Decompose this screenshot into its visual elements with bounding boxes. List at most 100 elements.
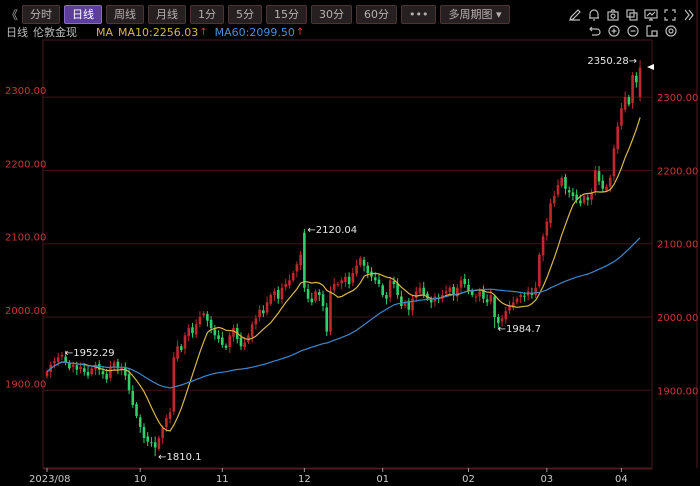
candle-body xyxy=(325,307,329,332)
current-price-marker-icon xyxy=(647,64,654,70)
candle-body xyxy=(418,287,422,293)
candle xyxy=(206,311,209,327)
candle-body xyxy=(157,437,161,449)
candle xyxy=(288,274,291,289)
candle-body xyxy=(321,294,325,307)
x-tick-label: 03 xyxy=(540,474,553,485)
x-tick-label: 2023/08 xyxy=(29,474,71,485)
candle-body xyxy=(392,281,396,285)
candle-body xyxy=(340,280,343,284)
candle-body xyxy=(90,368,94,375)
candle-body xyxy=(463,278,467,285)
candle xyxy=(407,297,411,316)
candle-body xyxy=(202,313,205,316)
candle xyxy=(463,273,467,288)
candle xyxy=(213,325,217,340)
candle xyxy=(385,292,388,305)
candle-body xyxy=(373,277,377,281)
candle xyxy=(597,166,601,186)
candle-body xyxy=(131,391,135,405)
candle xyxy=(601,174,605,192)
candle-body xyxy=(541,236,545,256)
candle xyxy=(187,324,191,342)
candle-body xyxy=(254,318,258,325)
candle-body xyxy=(448,287,452,293)
candle xyxy=(135,402,138,419)
candle xyxy=(90,366,94,377)
candle xyxy=(590,188,593,205)
candle xyxy=(377,273,381,287)
y-tick-label-right: 2200.00 xyxy=(657,166,698,177)
candle-body xyxy=(582,196,586,203)
candle-body xyxy=(381,285,384,296)
candle xyxy=(299,251,302,271)
candle-body xyxy=(594,170,597,191)
candle-body xyxy=(344,276,347,282)
candle-body xyxy=(314,291,317,301)
candle-body xyxy=(571,192,575,197)
x-tick-label: 01 xyxy=(376,474,389,485)
candle xyxy=(60,351,64,361)
candle xyxy=(94,361,97,375)
candle-body xyxy=(459,280,463,288)
plot-frame xyxy=(42,39,653,469)
candle-body xyxy=(336,284,340,286)
candle-body xyxy=(243,342,246,348)
candle xyxy=(332,278,336,293)
candle xyxy=(194,319,198,339)
candle-body xyxy=(194,324,198,335)
candle-body xyxy=(187,327,191,337)
candle-body xyxy=(299,254,302,265)
y-tick-label-right: 2000.00 xyxy=(657,313,698,324)
candle xyxy=(131,385,135,408)
y-tick-label-right: 2100.00 xyxy=(657,240,698,251)
candle-body xyxy=(508,306,511,311)
candle xyxy=(433,292,437,307)
candle xyxy=(493,294,496,329)
candle-body xyxy=(638,67,642,98)
candle-body xyxy=(400,296,403,307)
candle xyxy=(538,252,541,289)
y-tick-label-right: 2300.00 xyxy=(657,93,698,104)
candle-body xyxy=(411,298,414,311)
candle-body xyxy=(545,221,549,236)
y-tick-label-left: 1900.00 xyxy=(5,379,46,390)
candle-body xyxy=(362,259,366,266)
candle xyxy=(262,305,265,317)
candle xyxy=(217,330,220,343)
candle-body xyxy=(385,295,388,299)
candle-body xyxy=(485,299,489,303)
candle-body xyxy=(209,319,213,328)
ma10-line xyxy=(46,117,641,432)
candle xyxy=(347,272,351,289)
candle xyxy=(191,322,194,338)
candle xyxy=(157,435,161,452)
candle xyxy=(418,282,422,297)
candle xyxy=(269,292,273,307)
candle-body xyxy=(377,279,381,285)
y-tick-label-right: 1900.00 xyxy=(657,386,698,397)
candle xyxy=(560,175,564,188)
candle xyxy=(314,289,317,304)
candle xyxy=(291,270,295,283)
candle-body xyxy=(217,335,220,339)
candle xyxy=(582,193,586,205)
candlestick-chart[interactable]: 1900.00 1900.00 2000.00 2000.00 2100.00 2100.… xyxy=(0,0,700,486)
candle xyxy=(124,362,127,381)
candle-body xyxy=(608,177,612,187)
candle-body xyxy=(359,258,362,265)
candle-body xyxy=(179,346,183,350)
candle-body xyxy=(284,284,288,287)
candle-body xyxy=(239,337,243,347)
x-tick-label: 10 xyxy=(134,474,147,485)
price-annotation: ←2120.04 xyxy=(307,225,357,236)
candle xyxy=(474,293,478,303)
candle-body xyxy=(414,291,418,298)
candle xyxy=(228,332,232,353)
candle-body xyxy=(250,324,254,337)
candle-body xyxy=(366,265,370,274)
candle xyxy=(448,285,452,295)
candle-body xyxy=(265,302,269,313)
candle-body xyxy=(355,265,358,274)
candle-body xyxy=(310,298,314,303)
